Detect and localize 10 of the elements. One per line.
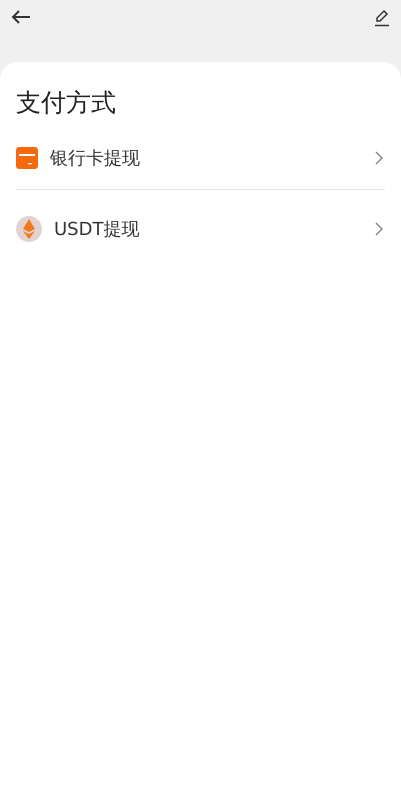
method-label: USDT提现 — [54, 218, 140, 241]
payment-method-item[interactable]: USDT提现 — [16, 204, 385, 254]
edit-icon[interactable] — [374, 9, 390, 27]
page-title: 支付方式 — [16, 87, 117, 119]
payment-method-item[interactable]: 银行卡提现 — [16, 133, 385, 183]
chevron-icon — [375, 222, 383, 236]
card-icon — [16, 147, 38, 169]
back-icon[interactable] — [11, 9, 31, 25]
method-label: 银行卡提现 — [50, 147, 141, 170]
chevron-icon — [375, 151, 383, 165]
